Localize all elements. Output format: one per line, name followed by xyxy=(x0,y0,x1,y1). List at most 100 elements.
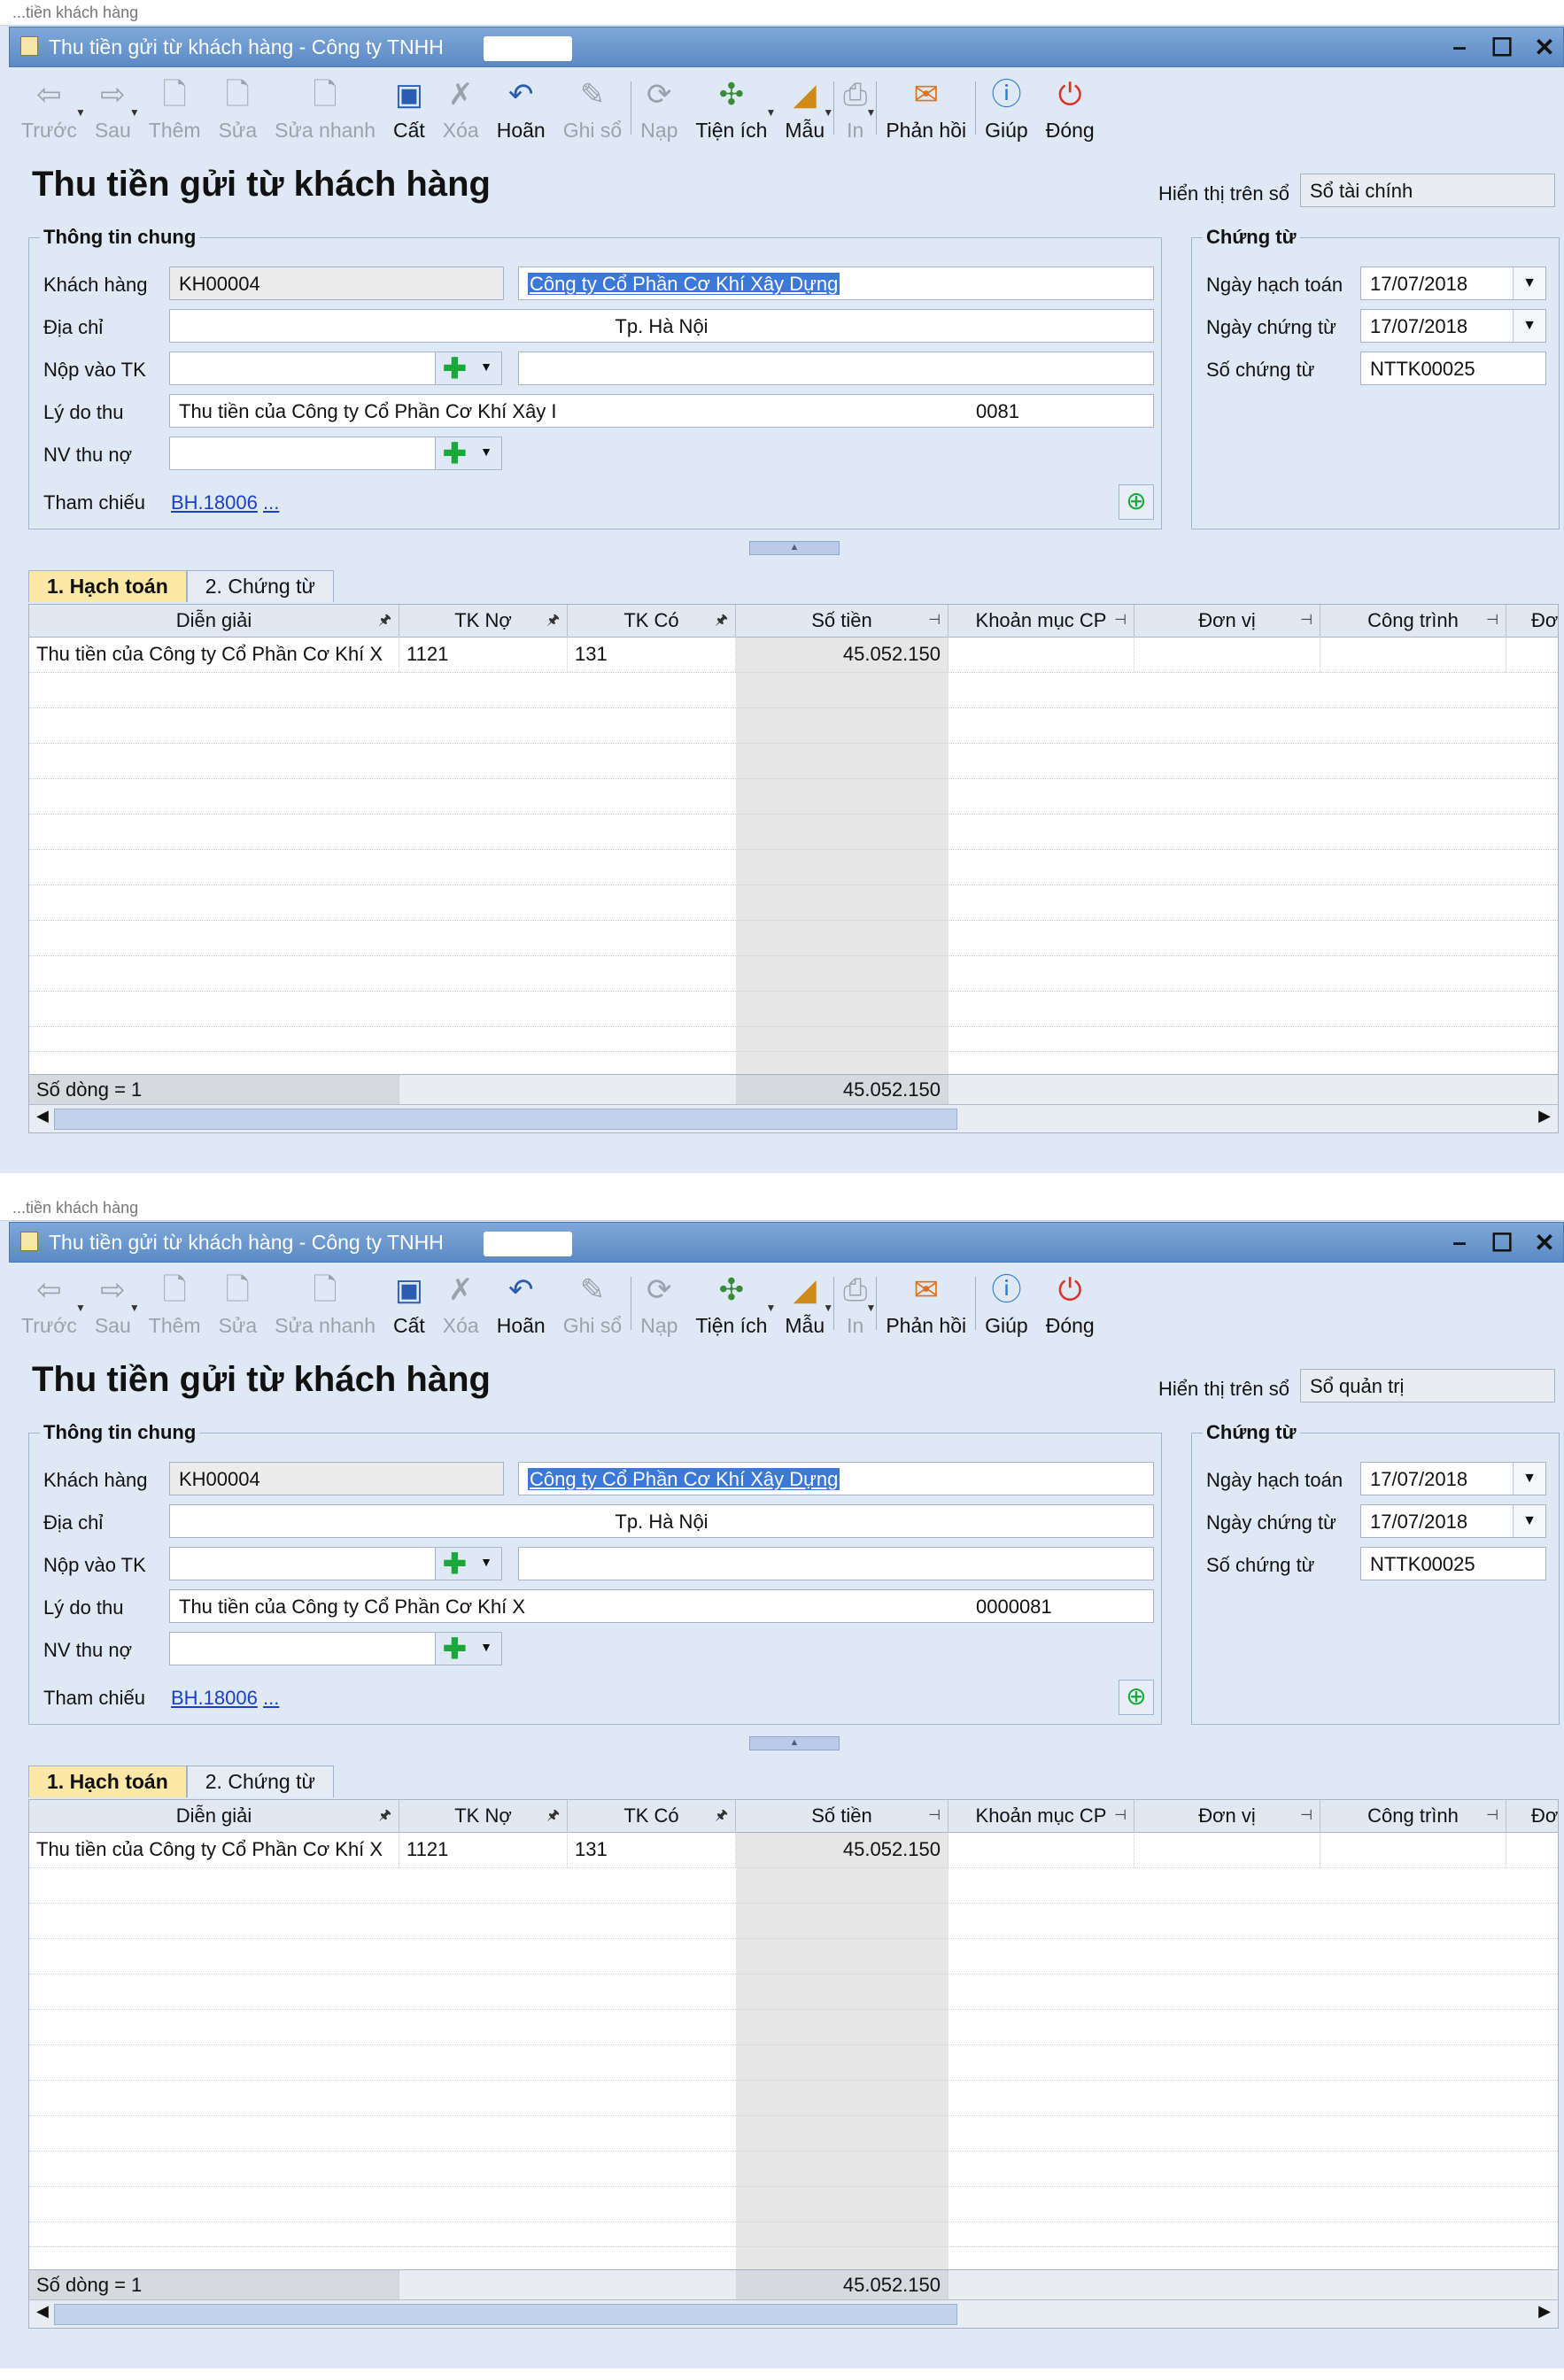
address-field[interactable]: Tp. Hà Nội xyxy=(169,309,1154,343)
add-reference-button[interactable]: ⊕ xyxy=(1119,1680,1154,1715)
table-row[interactable]: Thu tiền của Công ty Cổ Phần Cơ Khí X 11… xyxy=(29,637,1558,673)
empty-row[interactable] xyxy=(29,1867,1558,1904)
horizontal-scrollbar[interactable]: ◀ ▶ xyxy=(29,2299,1558,2328)
empty-row[interactable] xyxy=(29,2044,1558,2081)
scrollbar-thumb[interactable] xyxy=(54,1109,957,1130)
back-button[interactable]: ⇦ Trước ▼ xyxy=(12,69,86,151)
scroll-right-icon[interactable]: ▶ xyxy=(1538,2302,1551,2321)
row-project[interactable] xyxy=(1320,637,1506,672)
back-button[interactable]: ⇦ Trước ▼ xyxy=(12,1264,86,1346)
utilities-button[interactable]: ✣ Tiện ích ▼ xyxy=(686,1264,776,1346)
chevron-down-icon[interactable]: ▼ xyxy=(1513,310,1545,342)
empty-row[interactable] xyxy=(29,2222,1558,2247)
chevron-down-icon[interactable]: ▼ xyxy=(1513,1505,1545,1537)
row-amount[interactable]: 45.052.150 xyxy=(736,1832,948,1867)
reload-button[interactable]: ⟳ Nạp xyxy=(631,1264,686,1346)
voucher-no-field[interactable]: NTTK00025 xyxy=(1360,352,1546,385)
col-amount[interactable]: Số tiền ⊣ xyxy=(736,605,948,637)
deposit-account-name-field[interactable] xyxy=(518,1547,1154,1580)
col-unit[interactable]: Đơn vị ⊣ xyxy=(1134,1800,1320,1832)
delete-button[interactable]: ✗ Xóa xyxy=(434,1264,488,1346)
feedback-button[interactable]: ✉ Phản hồi xyxy=(877,69,975,151)
post-button[interactable]: ✎ Ghi sổ xyxy=(554,69,631,151)
pin-icon[interactable]: 🖈 xyxy=(715,1800,728,1832)
empty-row[interactable] xyxy=(29,1026,1558,1052)
deposit-account-add[interactable]: ✚ ▼ xyxy=(435,1547,502,1580)
col-extra[interactable]: Đơ xyxy=(1506,1800,1558,1832)
template-button[interactable]: ◢ Mẫu ▼ xyxy=(776,69,833,151)
table-row[interactable]: Thu tiền của Công ty Cổ Phần Cơ Khí X 11… xyxy=(29,1832,1558,1868)
empty-row[interactable] xyxy=(29,1938,1558,1974)
add-reference-button[interactable]: ⊕ xyxy=(1119,484,1154,520)
pin-icon[interactable]: 🖈 xyxy=(546,1800,560,1832)
horizontal-scrollbar[interactable]: ◀ ▶ xyxy=(29,1104,1558,1132)
row-credit[interactable]: 131 xyxy=(568,1832,736,1867)
collapse-splitter[interactable]: ▲ xyxy=(749,541,840,555)
edit-button[interactable]: 🗋 Sửa xyxy=(210,1264,267,1346)
forward-button[interactable]: ⇨ Sau ▼ xyxy=(86,69,140,151)
empty-row[interactable] xyxy=(29,1903,1558,1939)
row-credit[interactable]: 131 xyxy=(568,637,736,672)
voucher-no-field[interactable]: NTTK00025 xyxy=(1360,1547,1546,1580)
display-book-select[interactable]: Sổ tài chính xyxy=(1300,174,1555,207)
close-button[interactable]: ⏻ Đóng xyxy=(1037,69,1103,151)
pin-icon[interactable]: 🖈 xyxy=(378,1800,391,1832)
scroll-left-icon[interactable]: ◀ xyxy=(36,1107,49,1125)
empty-row[interactable] xyxy=(29,2151,1558,2187)
print-button[interactable]: ⎙ In ▼ xyxy=(834,69,876,151)
save-button[interactable]: ▣ Cất xyxy=(384,1264,434,1346)
empty-row[interactable] xyxy=(29,814,1558,850)
posting-date-field[interactable]: 17/07/2018 ▼ xyxy=(1360,267,1546,300)
template-dropdown-icon[interactable]: ▼ xyxy=(823,106,833,119)
pin-icon[interactable]: 🖈 xyxy=(715,605,728,637)
collector-field[interactable] xyxy=(169,1632,437,1665)
back-dropdown-icon[interactable]: ▼ xyxy=(75,106,86,119)
customer-name-field[interactable]: Công ty Cổ Phần Cơ Khí Xây Dựng xyxy=(518,1462,1154,1495)
empty-row[interactable] xyxy=(29,2080,1558,2116)
minimize-button[interactable]: – xyxy=(1448,1228,1471,1257)
pin-icon[interactable]: ⊣ xyxy=(1300,605,1312,637)
collector-add[interactable]: ✚ ▼ xyxy=(435,437,502,470)
reference-more-link[interactable]: ... xyxy=(263,1687,279,1710)
row-debit[interactable]: 1121 xyxy=(399,1832,568,1867)
print-button[interactable]: ⎙ In ▼ xyxy=(834,1264,876,1346)
utilities-dropdown-icon[interactable]: ▼ xyxy=(765,1302,776,1314)
deposit-account-add[interactable]: ✚ ▼ xyxy=(435,352,502,385)
empty-row[interactable] xyxy=(29,778,1558,815)
collector-add[interactable]: ✚ ▼ xyxy=(435,1632,502,1665)
minimize-button[interactable]: – xyxy=(1448,33,1471,62)
row-expense-item[interactable] xyxy=(948,1832,1134,1867)
reason-field[interactable]: Thu tiền của Công ty Cổ Phần Cơ Khí X 000… xyxy=(169,1589,1154,1623)
empty-row[interactable] xyxy=(29,991,1558,1027)
pin-icon[interactable]: ⊣ xyxy=(1114,605,1127,637)
scroll-right-icon[interactable]: ▶ xyxy=(1538,1107,1551,1125)
delete-button[interactable]: ✗ Xóa xyxy=(434,69,488,151)
pin-icon[interactable]: ⊣ xyxy=(1486,1800,1498,1832)
undo-button[interactable]: ↶ Hoãn xyxy=(488,69,554,151)
customer-name-field[interactable]: Công ty Cổ Phần Cơ Khí Xây Dựng xyxy=(518,267,1154,300)
col-extra[interactable]: Đơ xyxy=(1506,605,1558,637)
reload-button[interactable]: ⟳ Nạp xyxy=(631,69,686,151)
quick-edit-button[interactable]: 🗋 Sửa nhanh xyxy=(266,1264,384,1346)
empty-row[interactable] xyxy=(29,2186,1558,2222)
pin-icon[interactable]: ⊣ xyxy=(1486,605,1498,637)
posting-date-field[interactable]: 17/07/2018 ▼ xyxy=(1360,1462,1546,1495)
reference-link[interactable]: BH.18006 xyxy=(171,1687,258,1710)
row-expense-item[interactable] xyxy=(948,637,1134,672)
empty-row[interactable] xyxy=(29,1974,1558,2010)
deposit-account-field[interactable] xyxy=(169,352,437,385)
forward-dropdown-icon[interactable]: ▼ xyxy=(129,1302,140,1314)
tab-vouchers[interactable]: 2. Chứng từ xyxy=(186,570,334,602)
pin-icon[interactable]: ⊣ xyxy=(928,605,941,637)
maximize-button[interactable]: ☐ xyxy=(1490,33,1514,62)
voucher-date-field[interactable]: 17/07/2018 ▼ xyxy=(1360,309,1546,343)
row-unit[interactable] xyxy=(1134,637,1320,672)
tab-accounting[interactable]: 1. Hạch toán xyxy=(28,570,187,602)
undo-button[interactable]: ↶ Hoãn xyxy=(488,1264,554,1346)
save-button[interactable]: ▣ Cất xyxy=(384,69,434,151)
collector-field[interactable] xyxy=(169,437,437,470)
scrollbar-thumb[interactable] xyxy=(54,2304,957,2325)
empty-row[interactable] xyxy=(29,955,1558,992)
col-expense-item[interactable]: Khoản mục CP ⊣ xyxy=(948,605,1134,637)
col-expense-item[interactable]: Khoản mục CP ⊣ xyxy=(948,1800,1134,1832)
